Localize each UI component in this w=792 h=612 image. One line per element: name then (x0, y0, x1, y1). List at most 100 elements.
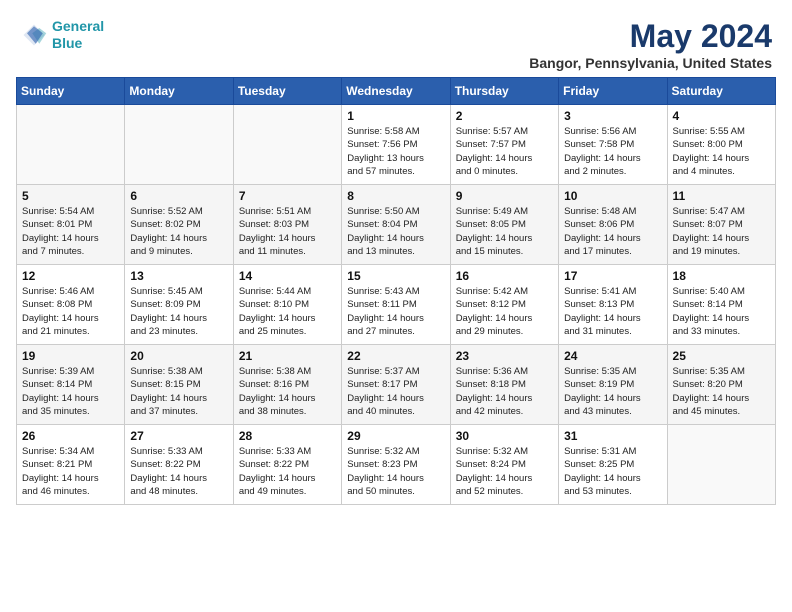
calendar-cell: 20 Sunrise: 5:38 AMSunset: 8:15 PMDayligh… (125, 345, 233, 425)
day-info: Sunrise: 5:33 AMSunset: 8:22 PMDaylight:… (239, 445, 337, 498)
calendar-cell: 1 Sunrise: 5:58 AMSunset: 7:56 PMDaylight… (342, 105, 450, 185)
calendar-cell: 6 Sunrise: 5:52 AMSunset: 8:02 PMDaylight… (125, 185, 233, 265)
day-number: 25 (673, 349, 771, 363)
day-info: Sunrise: 5:44 AMSunset: 8:10 PMDaylight:… (239, 285, 337, 338)
calendar-cell: 3 Sunrise: 5:56 AMSunset: 7:58 PMDaylight… (559, 105, 667, 185)
calendar-cell: 21 Sunrise: 5:38 AMSunset: 8:16 PMDayligh… (233, 345, 341, 425)
day-number: 4 (673, 109, 771, 123)
day-number: 27 (130, 429, 228, 443)
calendar-table: SundayMondayTuesdayWednesdayThursdayFrid… (16, 77, 776, 505)
day-info: Sunrise: 5:40 AMSunset: 8:14 PMDaylight:… (673, 285, 771, 338)
day-info: Sunrise: 5:38 AMSunset: 8:16 PMDaylight:… (239, 365, 337, 418)
calendar-cell: 29Sunrise: 5:32 AMSunset: 8:23 PMDayligh… (342, 425, 450, 505)
calendar-cell: 30 Sunrise: 5:32 AMSunset: 8:24 PMDayligh… (450, 425, 558, 505)
calendar-cell: 16 Sunrise: 5:42 AMSunset: 8:12 PMDayligh… (450, 265, 558, 345)
day-header-sunday: Sunday (17, 78, 125, 105)
day-number: 30 (456, 429, 554, 443)
calendar-cell (233, 105, 341, 185)
day-number: 9 (456, 189, 554, 203)
calendar-wrapper: SundayMondayTuesdayWednesdayThursdayFrid… (10, 77, 782, 511)
day-info: Sunrise: 5:37 AMSunset: 8:17 PMDaylight:… (347, 365, 445, 418)
day-number: 2 (456, 109, 554, 123)
day-number: 13 (130, 269, 228, 283)
day-info: Sunrise: 5:34 AMSunset: 8:21 PMDaylight:… (22, 445, 120, 498)
day-info: Sunrise: 5:56 AMSunset: 7:58 PMDaylight:… (564, 125, 662, 178)
day-number: 20 (130, 349, 228, 363)
day-info: Sunrise: 5:43 AMSunset: 8:11 PMDaylight:… (347, 285, 445, 338)
logo: General Blue (20, 18, 104, 52)
day-info: Sunrise: 5:36 AMSunset: 8:18 PMDaylight:… (456, 365, 554, 418)
calendar-cell: 24 Sunrise: 5:35 AMSunset: 8:19 PMDayligh… (559, 345, 667, 425)
day-info: Sunrise: 5:47 AMSunset: 8:07 PMDaylight:… (673, 205, 771, 258)
calendar-cell: 5 Sunrise: 5:54 AMSunset: 8:01 PMDaylight… (17, 185, 125, 265)
day-number: 18 (673, 269, 771, 283)
calendar-cell: 15 Sunrise: 5:43 AMSunset: 8:11 PMDayligh… (342, 265, 450, 345)
day-number: 29 (347, 429, 445, 443)
day-header-friday: Friday (559, 78, 667, 105)
calendar-cell (667, 425, 775, 505)
calendar-cell: 10Sunrise: 5:48 AMSunset: 8:06 PMDayligh… (559, 185, 667, 265)
calendar-cell: 8 Sunrise: 5:50 AMSunset: 8:04 PMDaylight… (342, 185, 450, 265)
calendar-cell: 2 Sunrise: 5:57 AMSunset: 7:57 PMDaylight… (450, 105, 558, 185)
day-info: Sunrise: 5:51 AMSunset: 8:03 PMDaylight:… (239, 205, 337, 258)
day-info: Sunrise: 5:35 AMSunset: 8:20 PMDaylight:… (673, 365, 771, 418)
day-info: Sunrise: 5:38 AMSunset: 8:15 PMDaylight:… (130, 365, 228, 418)
day-number: 24 (564, 349, 662, 363)
calendar-cell: 4 Sunrise: 5:55 AMSunset: 8:00 PMDaylight… (667, 105, 775, 185)
day-info: Sunrise: 5:42 AMSunset: 8:12 PMDaylight:… (456, 285, 554, 338)
day-info: Sunrise: 5:41 AMSunset: 8:13 PMDaylight:… (564, 285, 662, 338)
day-info: Sunrise: 5:32 AMSunset: 8:24 PMDaylight:… (456, 445, 554, 498)
day-info: Sunrise: 5:46 AMSunset: 8:08 PMDaylight:… (22, 285, 120, 338)
day-number: 31 (564, 429, 662, 443)
day-number: 12 (22, 269, 120, 283)
day-number: 3 (564, 109, 662, 123)
day-header-tuesday: Tuesday (233, 78, 341, 105)
day-info: Sunrise: 5:49 AMSunset: 8:05 PMDaylight:… (456, 205, 554, 258)
day-number: 6 (130, 189, 228, 203)
calendar-cell: 9 Sunrise: 5:49 AMSunset: 8:05 PMDaylight… (450, 185, 558, 265)
day-info: Sunrise: 5:52 AMSunset: 8:02 PMDaylight:… (130, 205, 228, 258)
calendar-cell: 17Sunrise: 5:41 AMSunset: 8:13 PMDayligh… (559, 265, 667, 345)
day-number: 11 (673, 189, 771, 203)
day-number: 8 (347, 189, 445, 203)
day-info: Sunrise: 5:31 AMSunset: 8:25 PMDaylight:… (564, 445, 662, 498)
calendar-cell: 31 Sunrise: 5:31 AMSunset: 8:25 PMDayligh… (559, 425, 667, 505)
day-info: Sunrise: 5:54 AMSunset: 8:01 PMDaylight:… (22, 205, 120, 258)
day-number: 26 (22, 429, 120, 443)
calendar-cell: 28 Sunrise: 5:33 AMSunset: 8:22 PMDayligh… (233, 425, 341, 505)
day-number: 1 (347, 109, 445, 123)
logo-icon (20, 21, 48, 49)
calendar-cell: 13 Sunrise: 5:45 AMSunset: 8:09 PMDayligh… (125, 265, 233, 345)
day-info: Sunrise: 5:39 AMSunset: 8:14 PMDaylight:… (22, 365, 120, 418)
day-info: Sunrise: 5:33 AMSunset: 8:22 PMDaylight:… (130, 445, 228, 498)
calendar-cell: 7 Sunrise: 5:51 AMSunset: 8:03 PMDaylight… (233, 185, 341, 265)
calendar-cell: 14Sunrise: 5:44 AMSunset: 8:10 PMDayligh… (233, 265, 341, 345)
day-header-thursday: Thursday (450, 78, 558, 105)
day-info: Sunrise: 5:58 AMSunset: 7:56 PMDaylight:… (347, 125, 445, 178)
calendar-cell (125, 105, 233, 185)
calendar-cell: 18 Sunrise: 5:40 AMSunset: 8:14 PMDayligh… (667, 265, 775, 345)
day-number: 7 (239, 189, 337, 203)
day-info: Sunrise: 5:55 AMSunset: 8:00 PMDaylight:… (673, 125, 771, 178)
calendar-cell (17, 105, 125, 185)
day-number: 22 (347, 349, 445, 363)
page-header: General Blue May 2024 Bangor, Pennsylvan… (10, 10, 782, 77)
month-title: May 2024 (529, 18, 772, 55)
day-info: Sunrise: 5:45 AMSunset: 8:09 PMDaylight:… (130, 285, 228, 338)
title-block: May 2024 Bangor, Pennsylvania, United St… (529, 18, 772, 71)
calendar-cell: 25 Sunrise: 5:35 AMSunset: 8:20 PMDayligh… (667, 345, 775, 425)
day-info: Sunrise: 5:50 AMSunset: 8:04 PMDaylight:… (347, 205, 445, 258)
calendar-cell: 27 Sunrise: 5:33 AMSunset: 8:22 PMDayligh… (125, 425, 233, 505)
calendar-cell: 11 Sunrise: 5:47 AMSunset: 8:07 PMDayligh… (667, 185, 775, 265)
day-number: 5 (22, 189, 120, 203)
calendar-cell: 26 Sunrise: 5:34 AMSunset: 8:21 PMDayligh… (17, 425, 125, 505)
day-number: 21 (239, 349, 337, 363)
day-number: 19 (22, 349, 120, 363)
day-number: 15 (347, 269, 445, 283)
day-number: 16 (456, 269, 554, 283)
day-header-saturday: Saturday (667, 78, 775, 105)
day-number: 28 (239, 429, 337, 443)
day-info: Sunrise: 5:35 AMSunset: 8:19 PMDaylight:… (564, 365, 662, 418)
day-info: Sunrise: 5:57 AMSunset: 7:57 PMDaylight:… (456, 125, 554, 178)
logo-text: General Blue (52, 18, 104, 52)
